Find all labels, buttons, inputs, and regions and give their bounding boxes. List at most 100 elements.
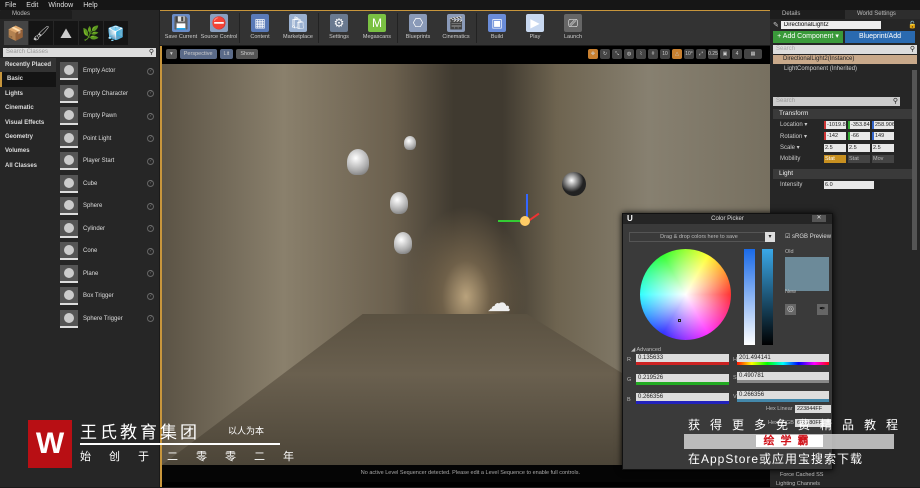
surface-snap-icon[interactable]: ⌇	[636, 49, 646, 59]
viewport-options-button[interactable]: ▾	[166, 49, 177, 59]
perspective-button[interactable]: Perspective	[179, 49, 217, 59]
mobility-movable[interactable]: Mov	[872, 155, 894, 164]
color-wheel-mode-icon[interactable]: ◎	[785, 304, 796, 315]
placeable-item[interactable]: Sphere Trigger?	[57, 308, 157, 331]
placeable-item[interactable]: Sphere?	[57, 195, 157, 218]
megascans-button[interactable]: M Megascans	[358, 11, 396, 45]
help-icon[interactable]: ?	[147, 135, 154, 143]
marketplace-button[interactable]: 🛍 Marketplace	[279, 11, 317, 45]
scale-y[interactable]: 2.5	[848, 143, 870, 152]
saved-colors-dropzone[interactable]: Drag & drop colors here to save	[629, 232, 769, 242]
category-geometry[interactable]: Geometry	[0, 130, 56, 144]
help-icon[interactable]: ?	[147, 247, 154, 255]
cinematics-button[interactable]: 🎬 Cinematics	[437, 11, 475, 45]
menu-file[interactable]: File	[5, 2, 16, 9]
scale-label[interactable]: Scale ▾	[780, 144, 824, 151]
placeable-item[interactable]: Cylinder?	[57, 218, 157, 241]
rotation-z[interactable]: 149	[872, 132, 894, 141]
hex-linear-input[interactable]: 223844FF	[795, 405, 831, 413]
help-icon[interactable]: ?	[147, 67, 154, 75]
srgb-preview-checkbox[interactable]: ☑ sRGB Preview	[785, 233, 831, 240]
actor-name-input[interactable]	[780, 21, 881, 29]
component-search-input[interactable]: Search ⚲	[773, 45, 917, 54]
saturation-slider[interactable]	[744, 249, 755, 345]
placeable-item[interactable]: Cube?	[57, 173, 157, 196]
launch-button[interactable]: ⎚ Launch	[554, 11, 592, 45]
eyedropper-icon[interactable]: ✒	[817, 304, 828, 315]
layout-icon[interactable]: ▦	[744, 49, 762, 59]
grid-snap-value[interactable]: 10	[660, 49, 670, 59]
geometry-mode-icon[interactable]: 🧊	[104, 21, 128, 45]
value-slider[interactable]	[762, 249, 773, 345]
s-input[interactable]: 0.490781	[737, 372, 829, 383]
save-current-button[interactable]: 💾 Save Current	[162, 11, 200, 45]
blueprint-add-button[interactable]: Blueprint/Add	[845, 31, 915, 43]
category-basic[interactable]: Basic	[0, 72, 56, 87]
help-icon[interactable]: ?	[147, 315, 154, 323]
location-y[interactable]: -353.84	[848, 120, 870, 129]
paint-mode-icon[interactable]: 🖌	[29, 21, 53, 45]
rotation-snap-icon[interactable]: △	[672, 49, 682, 59]
placeable-item[interactable]: Empty Pawn?	[57, 105, 157, 128]
component-item[interactable]: LightComponent (Inherited)	[770, 64, 920, 74]
light-actor-icon[interactable]	[390, 192, 408, 214]
scale-snap-value[interactable]: 0.25	[708, 49, 718, 59]
lit-button[interactable]: Lit	[219, 49, 234, 59]
transform-section[interactable]: Transform	[773, 109, 917, 119]
foliage-mode-icon[interactable]: 🌿	[79, 21, 103, 45]
advanced-toggle[interactable]: ◢ Advanced	[631, 347, 661, 353]
lock-icon[interactable]: 🔓	[908, 21, 917, 29]
source-control-button[interactable]: ⛔ Source Control	[200, 11, 238, 45]
location-x[interactable]: -1019.8	[824, 120, 846, 129]
blueprints-button[interactable]: ⎔ Blueprints	[399, 11, 437, 45]
help-icon[interactable]: ?	[147, 112, 154, 120]
scale-x[interactable]: 2.5	[824, 143, 846, 152]
search-classes-input[interactable]: Search Classes ⚲	[3, 48, 156, 57]
menu-window[interactable]: Window	[48, 2, 73, 9]
category-lights[interactable]: Lights	[0, 87, 56, 101]
placeable-item[interactable]: Box Trigger?	[57, 285, 157, 308]
category-all-classes[interactable]: All Classes	[0, 159, 56, 173]
light-actor-icon[interactable]	[394, 232, 412, 254]
sky-atmosphere-icon[interactable]: ☁	[487, 289, 511, 318]
rotation-y[interactable]: -66	[848, 132, 870, 141]
b-input[interactable]: 0.266356	[636, 393, 729, 404]
details-search-input[interactable]: Search ⚲	[773, 97, 900, 106]
menu-help[interactable]: Help	[83, 2, 97, 9]
placeable-item[interactable]: Plane?	[57, 263, 157, 286]
details-scrollbar[interactable]	[912, 70, 917, 250]
grid-snap-icon[interactable]: #	[648, 49, 658, 59]
color-wheel[interactable]	[640, 249, 731, 340]
add-component-button[interactable]: + Add Component ▾	[773, 31, 843, 43]
translate-mode-icon[interactable]: ✥	[588, 49, 598, 59]
location-label[interactable]: Location ▾	[780, 121, 824, 128]
mobility-stationary[interactable]: Stat	[848, 155, 870, 164]
help-icon[interactable]: ?	[147, 157, 154, 165]
menu-edit[interactable]: Edit	[26, 2, 38, 9]
rotation-snap-value[interactable]: 10°	[684, 49, 694, 59]
rotation-label[interactable]: Rotation ▾	[780, 133, 824, 140]
scale-snap-icon[interactable]: ⤢	[696, 49, 706, 59]
help-icon[interactable]: ?	[147, 225, 154, 233]
camera-speed-value[interactable]: 4	[732, 49, 742, 59]
category-cinematic[interactable]: Cinematic	[0, 101, 56, 115]
reflection-sphere-icon[interactable]	[562, 172, 586, 196]
color-wheel-selector[interactable]	[678, 319, 681, 322]
scale-z[interactable]: 2.5	[872, 143, 894, 152]
show-button[interactable]: Show	[236, 49, 259, 59]
help-icon[interactable]: ?	[147, 292, 154, 300]
component-item[interactable]: DirectionalLight2(Instance)	[773, 55, 917, 64]
settings-button[interactable]: ⚙ Settings	[320, 11, 358, 45]
g-input[interactable]: 0.219526	[636, 374, 729, 385]
light-actor-icon[interactable]	[404, 136, 416, 150]
mobility-static[interactable]: Stat	[824, 155, 846, 164]
close-button[interactable]: ✕	[812, 215, 826, 222]
play-button[interactable]: ▶ Play	[516, 11, 554, 45]
camera-speed-icon[interactable]: ▣	[720, 49, 730, 59]
tab-details[interactable]: Details	[770, 10, 845, 19]
place-mode-icon[interactable]: 📦	[4, 21, 28, 45]
placeable-item[interactable]: Point Light?	[57, 128, 157, 151]
light-actor-icon[interactable]	[347, 149, 369, 175]
category-recently-placed[interactable]: Recently Placed	[0, 58, 56, 73]
rotate-mode-icon[interactable]: ↻	[600, 49, 610, 59]
